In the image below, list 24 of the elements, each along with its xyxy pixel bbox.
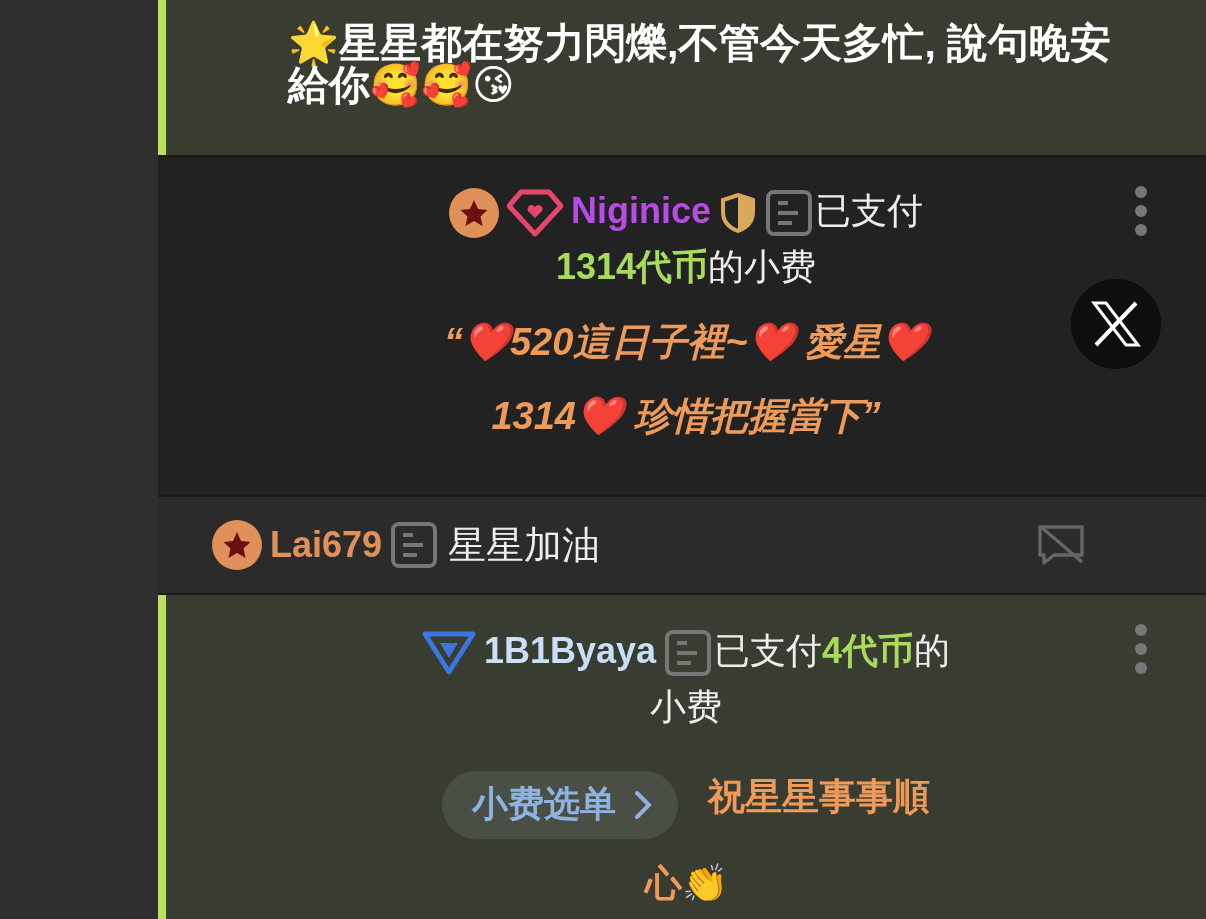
tip-text: 已支付4代币的 (714, 630, 951, 671)
star-badge-icon (212, 520, 262, 570)
shield-icon (719, 192, 757, 235)
x-icon (1090, 300, 1142, 348)
triangle-icon (421, 631, 476, 676)
tip-text: 1314代币的小费 (555, 246, 817, 287)
user-name[interactable]: Niginice (571, 190, 711, 231)
hidden-chat-icon[interactable] (1036, 523, 1086, 567)
chat-text: 星星加油 (448, 522, 601, 568)
tip-menu-button[interactable]: 小费选单 (442, 770, 678, 839)
user-name[interactable]: 1B1Byaya (483, 630, 657, 671)
diamond-heart-icon (507, 189, 563, 238)
document-icon (765, 189, 813, 238)
user-name[interactable]: Lai679 (270, 524, 383, 566)
star-badge-icon (449, 188, 499, 239)
tip-quote: “❤520這日子裡~❤ 愛星❤ 1314❤ 珍惜把握當下” (426, 305, 946, 453)
chevron-right-icon (634, 789, 652, 820)
more-icon[interactable] (1134, 185, 1148, 237)
more-icon[interactable] (1134, 623, 1148, 675)
tip-text: 小费 (650, 686, 722, 727)
message-text: 🌟星星都在努力閃爍,不管今天多忙, 說句晚安給你🥰🥰😘 (286, 19, 1113, 110)
tip-text: 已支付 (815, 190, 923, 231)
document-icon (664, 629, 713, 678)
document-icon (390, 521, 439, 569)
